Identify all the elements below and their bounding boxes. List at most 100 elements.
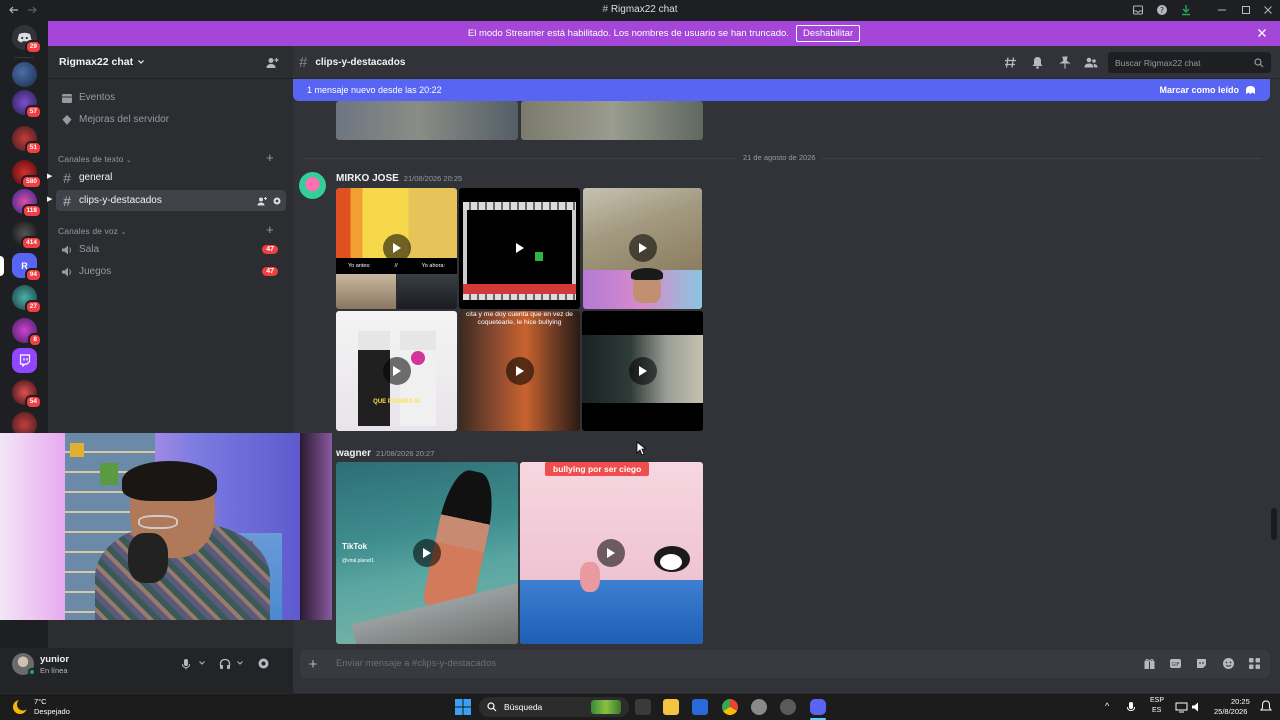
avatar[interactable] — [299, 172, 326, 199]
sidebar-item-clips-y-destacados[interactable]: # clips-y-destacados — [56, 190, 286, 211]
message-author[interactable]: wagner — [336, 448, 371, 459]
play-button[interactable] — [629, 234, 657, 262]
add-attachment-icon[interactable]: + — [305, 656, 321, 673]
server-icon[interactable]: 8 — [12, 318, 42, 347]
server-name: Rigmax22 chat — [59, 56, 134, 68]
discord-taskbar-icon[interactable] — [810, 699, 826, 715]
server-icon[interactable]: 51 — [12, 126, 42, 155]
file-explorer-icon[interactable] — [663, 699, 679, 715]
sidebar-item-events[interactable]: Eventos — [56, 87, 286, 108]
text-channels-category[interactable]: Canales de texto ⌄ — [58, 154, 132, 164]
server-icon-rigmax22[interactable]: R 94 — [12, 253, 42, 282]
new-messages-bar[interactable]: 1 mensaje nuevo desde las 20:22 Marcar c… — [293, 79, 1270, 101]
server-header[interactable]: Rigmax22 chat — [48, 46, 293, 79]
server-icon[interactable]: 54 — [12, 380, 42, 409]
weather-moon-icon[interactable] — [12, 699, 28, 715]
scrollbar-thumb[interactable] — [1271, 508, 1277, 540]
microsoft-store-icon[interactable] — [692, 699, 708, 715]
previous-attachment-image[interactable] — [336, 101, 518, 140]
microphone-icon[interactable] — [1126, 701, 1136, 713]
voice-channels-category[interactable]: Canales de voz ⌄ — [58, 226, 126, 236]
twitch-server-icon[interactable] — [12, 348, 37, 373]
play-button[interactable] — [413, 539, 441, 567]
server-icon[interactable]: 27 — [12, 285, 42, 314]
sidebar-item-general[interactable]: # general — [56, 167, 286, 188]
bell-icon[interactable] — [1031, 56, 1044, 69]
user-settings-gear-icon[interactable] — [257, 657, 270, 670]
search-highlight-icon — [591, 700, 621, 714]
headphones-icon[interactable] — [219, 658, 231, 670]
play-button[interactable] — [629, 357, 657, 385]
windows-start-icon[interactable] — [455, 699, 471, 715]
weather-description: Despejado — [34, 707, 70, 716]
add-text-channel-icon[interactable]: + — [266, 150, 274, 165]
clock-time[interactable]: 20:25 — [1231, 697, 1250, 706]
svg-text:?: ? — [1160, 6, 1164, 15]
emoji-icon[interactable] — [1222, 657, 1235, 670]
play-button[interactable] — [506, 234, 534, 262]
apps-icon[interactable] — [1248, 657, 1261, 670]
server-icon[interactable]: 580 — [12, 160, 42, 189]
play-button[interactable] — [506, 357, 534, 385]
gear-icon[interactable] — [272, 196, 282, 206]
search-icon — [1254, 57, 1264, 68]
task-view-icon[interactable] — [635, 699, 651, 715]
chevron-down-icon[interactable] — [198, 659, 206, 667]
thumb-caption: // — [394, 263, 398, 269]
pin-icon[interactable] — [1058, 56, 1071, 69]
network-icon[interactable] — [1175, 701, 1188, 713]
server-icon[interactable]: 57 — [12, 90, 42, 119]
volume-icon[interactable] — [1191, 701, 1203, 713]
invite-people-icon[interactable] — [266, 56, 279, 69]
server-icon[interactable]: 414 — [12, 221, 42, 250]
taskbar-search-box[interactable]: Búsqueda — [479, 697, 629, 717]
mark-as-read-button[interactable]: Marcar como leído — [1159, 85, 1239, 95]
add-voice-channel-icon[interactable]: + — [266, 222, 274, 237]
username[interactable]: yunior — [40, 654, 69, 665]
guild-badge: 8 — [28, 333, 42, 347]
download-icon[interactable] — [1180, 4, 1192, 16]
sticker-icon[interactable] — [1195, 657, 1208, 670]
play-button[interactable] — [383, 234, 411, 262]
server-icon[interactable] — [12, 62, 37, 87]
gif-icon[interactable]: GIF — [1169, 657, 1182, 670]
mouse-cursor-icon — [636, 441, 646, 456]
inbox-icon[interactable] — [1132, 4, 1144, 16]
notification-bell-icon[interactable] — [1260, 700, 1272, 713]
chevron-down-icon[interactable] — [236, 659, 244, 667]
close-window-icon[interactable] — [1262, 4, 1274, 16]
keyboard-layout[interactable]: ESP — [1150, 697, 1164, 704]
previous-attachment-image[interactable] — [521, 101, 703, 140]
app-icon[interactable] — [780, 699, 796, 715]
server-icon[interactable]: 118 — [12, 189, 42, 218]
create-invite-icon[interactable] — [257, 196, 267, 206]
thumb-caption: cita y me doy cuenta que en vez de coque… — [466, 311, 573, 326]
close-banner-icon[interactable] — [1256, 27, 1268, 39]
settings-app-icon[interactable] — [751, 699, 767, 715]
play-button[interactable] — [383, 357, 411, 385]
minimize-icon[interactable] — [1216, 4, 1228, 16]
chevron-up-icon[interactable]: ^ — [1105, 701, 1109, 711]
windows-taskbar: 7°C Despejado Búsqueda ^ ESP ES 20:25 25… — [0, 693, 1280, 720]
window-title: # Rigmax22 chat — [602, 4, 678, 15]
chrome-icon[interactable] — [722, 699, 738, 715]
sidebar-item-server-boosts[interactable]: Mejoras del servidor — [56, 109, 286, 130]
search-bar[interactable]: Buscar Rigmax22 chat — [1108, 52, 1271, 73]
sidebar-item-juegos[interactable]: Juegos 47 — [56, 261, 286, 282]
hashtag-icon: # — [63, 169, 71, 186]
message-author[interactable]: MIRKO JOSE — [336, 173, 399, 184]
guild-badge: 94 — [24, 268, 42, 282]
play-button[interactable] — [597, 539, 625, 567]
maximize-icon[interactable] — [1240, 4, 1252, 16]
help-icon[interactable]: ? — [1156, 4, 1168, 16]
webcam-overlay — [0, 433, 332, 620]
direct-messages-button[interactable]: 29 — [12, 25, 42, 54]
disable-streamer-button[interactable]: Deshabilitar — [795, 25, 861, 42]
gift-icon[interactable] — [1143, 657, 1156, 670]
member-list-icon[interactable] — [1084, 56, 1098, 69]
sidebar-item-label: Sala — [79, 244, 100, 255]
message-input[interactable]: + Enviar mensaje a #clips-y-destacados G… — [300, 650, 1270, 678]
sidebar-item-sala[interactable]: Sala 47 — [56, 239, 286, 260]
microphone-icon[interactable] — [181, 658, 191, 670]
threads-icon[interactable] — [1004, 56, 1017, 69]
